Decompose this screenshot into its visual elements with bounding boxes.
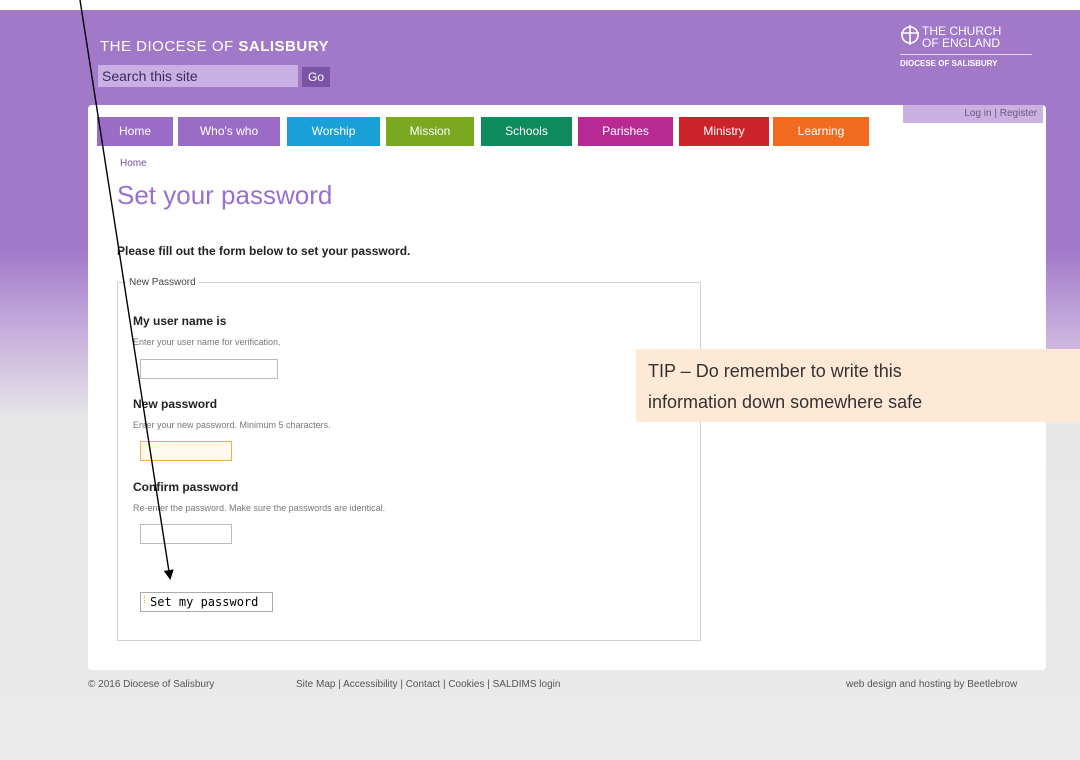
church-cross-logo-icon [901, 25, 919, 45]
fieldset-legend: New Password [129, 277, 196, 288]
register-link[interactable]: Register [1000, 108, 1037, 119]
form-intro-text: Please fill out the form below to set yo… [117, 244, 411, 258]
window-top-edge [0, 0, 1080, 10]
footer-link-accessibility[interactable]: Accessibility [343, 679, 397, 690]
username-label: My user name is [133, 314, 227, 328]
nav-schools[interactable]: Schools [481, 117, 572, 146]
site-title-prefix: THE DIOCESE OF [100, 38, 234, 55]
account-links: Log in | Register [903, 105, 1043, 123]
page-title: Set your password [117, 180, 333, 210]
confirm-password-label: Confirm password [133, 480, 239, 494]
footer-copyright: © 2016 Diocese of Salisbury [88, 679, 215, 690]
tip-line-2: information down somewhere safe [648, 392, 923, 412]
footer-link-cookies[interactable]: Cookies [448, 679, 484, 690]
site-title[interactable]: THE DIOCESE OF SALISBURY [100, 38, 329, 55]
username-input[interactable] [140, 359, 278, 379]
confirm-password-input[interactable] [140, 524, 232, 544]
new-password-input[interactable] [140, 441, 232, 461]
tip-line-1: TIP – Do remember to write this [648, 361, 902, 381]
set-password-button[interactable]: Set my password [140, 592, 273, 612]
footer-sep: | [484, 679, 493, 690]
logo-line-3: DIOCESE OF SALISBURY [900, 59, 998, 68]
nav-mission[interactable]: Mission [386, 117, 474, 146]
search-input[interactable]: Search this site [98, 65, 298, 87]
button-focus-marker-icon: ⁞ [143, 595, 146, 606]
site-title-name: SALISBURY [238, 38, 329, 55]
new-password-label: New password [133, 397, 218, 411]
nav-home[interactable]: Home [97, 117, 173, 146]
breadcrumb-home[interactable]: Home [120, 158, 147, 169]
footer-credit[interactable]: web design and hosting by Beetlebrow [846, 679, 1017, 690]
tip-callout: TIP – Do remember to write this informat… [636, 349, 1080, 422]
nav-worship[interactable]: Worship [287, 117, 380, 146]
footer-links: Site Map | Accessibility | Contact | Coo… [296, 679, 560, 690]
footer-link-saldims-login[interactable]: SALDIMS login [493, 679, 561, 690]
search-go-button[interactable]: Go [302, 67, 330, 87]
nav-whos-who[interactable]: Who's who [178, 117, 280, 146]
footer-sep: | [397, 679, 406, 690]
nav-parishes[interactable]: Parishes [578, 117, 673, 146]
username-description: Enter your user name for verification. [133, 337, 281, 347]
footer-link-contact[interactable]: Contact [406, 679, 440, 690]
logo-line-2: OF ENGLAND [922, 36, 1001, 50]
footer-sep: | [335, 679, 344, 690]
login-link[interactable]: Log in [964, 108, 991, 119]
logo-divider [900, 54, 1032, 55]
new-password-description: Enter your new password. Minimum 5 chara… [133, 420, 331, 430]
account-separator: | [994, 108, 997, 119]
nav-ministry[interactable]: Ministry [679, 117, 769, 146]
confirm-password-description: Re-enter the password. Make sure the pas… [133, 503, 386, 513]
footer-link-site-map[interactable]: Site Map [296, 679, 335, 690]
nav-learning[interactable]: Learning [773, 117, 869, 146]
